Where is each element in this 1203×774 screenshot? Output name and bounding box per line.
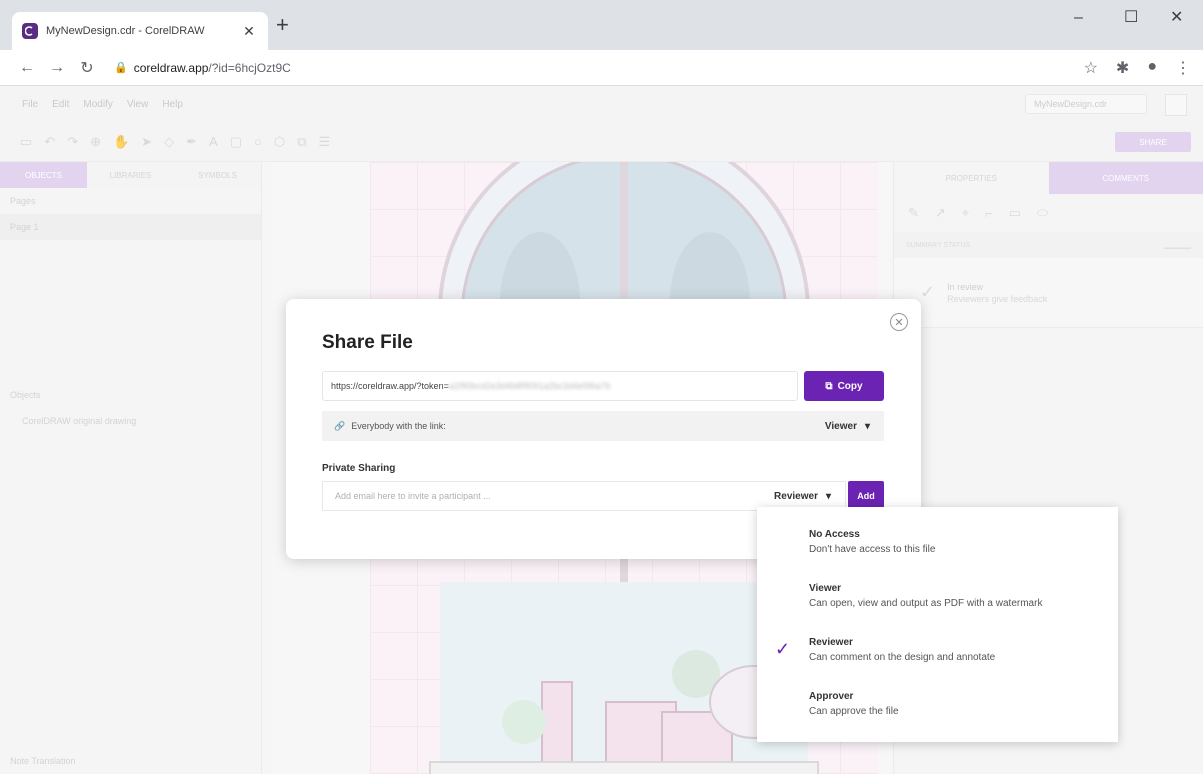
share-link-token: a1f90bcd2e3d4b8f9091a2bc3d4e5f6a7b: [448, 381, 611, 391]
copy-button[interactable]: ⧉ Copy: [804, 371, 884, 401]
bookmark-star-icon[interactable]: ☆: [1084, 58, 1098, 78]
copy-label: Copy: [837, 380, 863, 392]
tab-close-icon[interactable]: ✕: [240, 23, 258, 40]
role-description: Don't have access to this file: [809, 544, 936, 555]
role-option-no-access[interactable]: No Access Don't have access to this file: [757, 523, 1118, 573]
role-option-reviewer[interactable]: ✓ Reviewer Can comment on the design and…: [757, 631, 1118, 681]
url-field[interactable]: 🔒 coreldraw.app /?id=6hcjOzt9C: [114, 61, 291, 75]
address-bar: ← → ↻ 🔒 coreldraw.app /?id=6hcjOzt9C ☆ ✱…: [0, 50, 1203, 86]
close-icon[interactable]: ✕: [890, 313, 908, 331]
role-name: Reviewer: [809, 637, 853, 648]
minimize-icon[interactable]: –: [1074, 10, 1083, 26]
checkmark-icon: ✓: [775, 639, 791, 659]
copy-icon: ⧉: [825, 380, 833, 392]
profile-icon[interactable]: ●: [1147, 58, 1157, 78]
role-name: No Access: [809, 529, 860, 540]
role-description: Can comment on the design and annotate: [809, 652, 996, 663]
link-role-select[interactable]: Viewer ▾: [825, 421, 870, 432]
role-option-approver[interactable]: Approver Can approve the file: [757, 685, 1118, 735]
more-menu-icon[interactable]: ⋮: [1175, 58, 1191, 78]
extensions-icon[interactable]: ✱: [1116, 58, 1129, 78]
dialog-title: Share File: [322, 332, 413, 353]
invite-role-select[interactable]: Reviewer ▾: [774, 491, 831, 502]
link-access-row: 🔗 Everybody with the link: Viewer ▾: [322, 411, 884, 441]
role-description: Can open, view and output as PDF with a …: [809, 598, 1043, 609]
role-description: Can approve the file: [809, 706, 899, 717]
tab-title: MyNewDesign.cdr - CorelDRAW: [46, 25, 205, 37]
everybody-label: Everybody with the link:: [351, 421, 446, 431]
share-link-prefix: https://coreldraw.app/?token=: [331, 381, 449, 391]
url-path: /?id=6hcjOzt9C: [208, 60, 291, 75]
email-placeholder: Add email here to invite a participant .…: [335, 491, 491, 501]
maximize-icon[interactable]: ☐: [1124, 10, 1138, 26]
reload-icon[interactable]: ↻: [72, 58, 102, 78]
back-icon[interactable]: ←: [12, 59, 42, 77]
chevron-down-icon: ▾: [825, 490, 831, 502]
private-sharing-label: Private Sharing: [322, 463, 396, 474]
url-host: coreldraw.app: [133, 60, 209, 75]
lock-icon: 🔒: [114, 62, 128, 74]
role-dropdown-menu: No Access Don't have access to this file…: [757, 507, 1118, 742]
role-name: Viewer: [809, 583, 842, 594]
role-name: Approver: [809, 691, 854, 702]
new-tab-icon[interactable]: +: [276, 14, 289, 36]
link-icon: 🔗: [334, 420, 346, 431]
browser-tab[interactable]: MyNewDesign.cdr - CorelDRAW ✕: [12, 12, 268, 50]
browser-tabstrip: MyNewDesign.cdr - CorelDRAW ✕ + – ☐ ✕: [0, 0, 1203, 50]
role-option-viewer[interactable]: Viewer Can open, view and output as PDF …: [757, 577, 1118, 627]
invite-role-value: Reviewer: [774, 490, 818, 502]
forward-icon[interactable]: →: [42, 59, 72, 77]
window-close-icon[interactable]: ✕: [1170, 10, 1183, 26]
link-role-value: Viewer: [824, 420, 857, 432]
share-link-field[interactable]: https://coreldraw.app/?token= a1f90bcd2e…: [322, 371, 798, 401]
coreldraw-favicon-icon: [22, 23, 38, 39]
chevron-down-icon: ▾: [864, 420, 870, 432]
